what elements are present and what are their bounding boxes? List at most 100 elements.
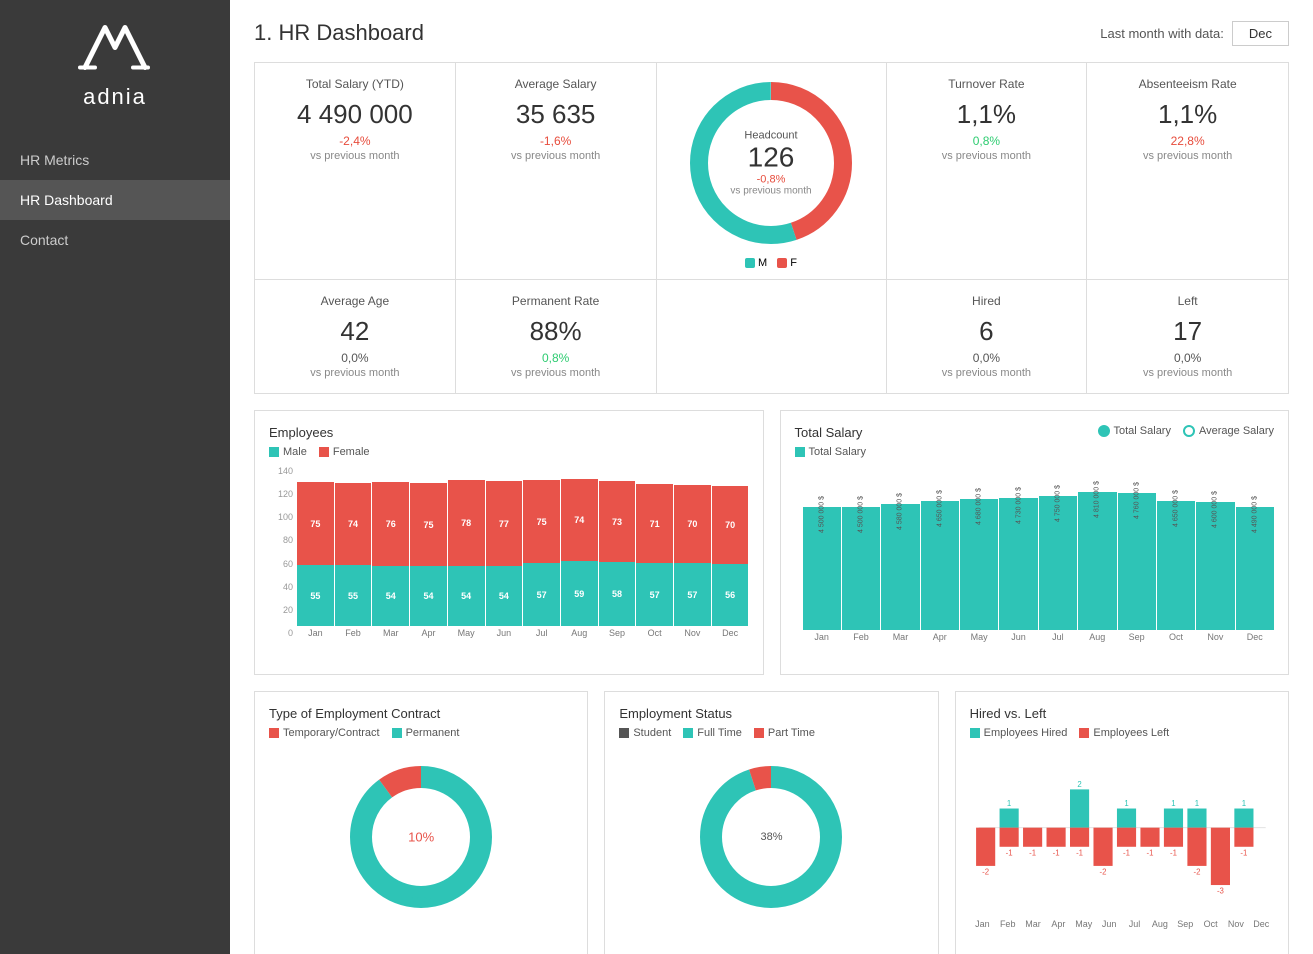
kpi-avg-age-value: 42 — [271, 316, 439, 347]
hired-x-axis: JanFebMarAprMayJunJulAugSepOctNovDec — [970, 919, 1274, 929]
legend-perm-label: Permanent — [406, 727, 460, 739]
status-chart: Employment Status Student Full Time Part… — [604, 691, 938, 954]
kpi-total-salary-sub: vs previous month — [271, 150, 439, 162]
legend-parttime-label: Part Time — [768, 727, 815, 739]
kpi-total-salary: Total Salary (YTD) 4 490 000 -2,4% vs pr… — [255, 63, 456, 279]
legend-perm-sq — [392, 728, 402, 738]
svg-text:2: 2 — [1077, 780, 1081, 789]
sidebar-item-contact[interactable]: Contact — [0, 220, 230, 260]
sidebar-item-hr-dashboard[interactable]: HR Dashboard — [0, 180, 230, 220]
headcount-donut: Headcount 126 -0,8% vs previous month — [681, 73, 861, 253]
emp-bar-group-nov: 7057 — [674, 485, 711, 626]
legend-perm: Permanent — [392, 727, 460, 739]
main-content: 1. HR Dashboard Last month with data: De… — [230, 0, 1313, 954]
sidebar-nav: HR Metrics HR Dashboard Contact — [0, 140, 230, 260]
emp-bar-group-oct: 7157 — [636, 484, 673, 626]
radio-avg-salary-circle — [1183, 425, 1195, 437]
employees-chart-legend: Male Female — [269, 446, 749, 458]
kpi-avg-salary: Average Salary 35 635 -1,6% vs previous … — [456, 63, 657, 279]
legend-fulltime-sq — [683, 728, 693, 738]
emp-bars: 7555745576547554785477547557745973587157… — [297, 466, 749, 626]
legend-parttime: Part Time — [754, 727, 815, 739]
legend-temp: Temporary/Contract — [269, 727, 380, 739]
salary-radio-group[interactable]: Total Salary Average Salary — [1098, 425, 1275, 437]
hired-chart-svg: -21-1-1-12-1-21-1-11-11-2-31-1 — [970, 747, 1274, 917]
radio-avg-salary-label: Average Salary — [1199, 425, 1274, 437]
svg-text:-3: -3 — [1217, 887, 1224, 896]
headcount-donut-wrap: Headcount 126 -0,8% vs previous month M … — [681, 73, 861, 269]
radio-total-salary-label: Total Salary — [1114, 425, 1171, 437]
kpi-left-sub: vs previous month — [1103, 367, 1272, 379]
salary-bar-group-dec: 4 490 000 $ — [1236, 470, 1274, 630]
kpi-left-label: Left — [1103, 294, 1272, 308]
kpi-perm-rate-sub: vs previous month — [472, 367, 640, 379]
kpi-hired-change: 0,0% — [903, 351, 1071, 365]
kpi-avg-age-sub: vs previous month — [271, 367, 439, 379]
kpi-headcount: Headcount 126 -0,8% vs previous month M … — [657, 63, 887, 279]
emp-bar-group-may: 7854 — [448, 480, 485, 626]
svg-text:1: 1 — [1241, 799, 1245, 808]
sidebar: adnia HR Metrics HR Dashboard Contact — [0, 0, 230, 954]
logo: adnia — [75, 20, 155, 110]
salary-chart-title: Total Salary — [795, 425, 866, 440]
radio-total-salary[interactable]: Total Salary — [1098, 425, 1171, 437]
svg-text:1: 1 — [1007, 799, 1011, 808]
charts-row: Employees Male Female 140120100806040200 — [254, 410, 1289, 675]
status-donut: 38% 95% — [691, 757, 851, 917]
legend-left: Employees Left — [1079, 727, 1169, 739]
emp-bar-group-mar: 7654 — [372, 482, 409, 626]
emp-bar-group-dec: 7056 — [712, 486, 749, 626]
contract-chart: Type of Employment Contract Temporary/Co… — [254, 691, 588, 954]
svg-text:-1: -1 — [1170, 848, 1177, 857]
page-title: 1. HR Dashboard — [254, 20, 424, 46]
radio-avg-salary[interactable]: Average Salary — [1183, 425, 1274, 437]
contract-temp-pct: 10% — [408, 830, 434, 845]
logo-text: adnia — [75, 84, 155, 110]
kpi-total-salary-label: Total Salary (YTD) — [271, 77, 439, 91]
legend-parttime-sq — [754, 728, 764, 738]
kpi-perm-rate: Permanent Rate 88% 0,8% vs previous mont… — [456, 280, 657, 393]
filter-label: Last month with data: — [1100, 26, 1224, 41]
svg-text:1: 1 — [1194, 799, 1198, 808]
kpi-spacer — [657, 280, 887, 393]
emp-bar-group-jan: 7555 — [297, 482, 334, 626]
hired-chart: Hired vs. Left Employees Hired Employees… — [955, 691, 1289, 954]
legend-female-sq — [319, 447, 329, 457]
legend-total-salary: Total Salary — [795, 446, 866, 458]
legend-female: Female — [319, 446, 370, 458]
legend-total-salary-sq — [795, 447, 805, 457]
sidebar-item-hr-metrics[interactable]: HR Metrics — [0, 140, 230, 180]
kpi-hired-value: 6 — [903, 316, 1071, 347]
status-donut-center: 38% — [760, 831, 782, 843]
salary-bar-group-sep: 4 760 000 $ — [1118, 470, 1156, 630]
legend-student-label: Student — [633, 727, 671, 739]
kpi-absenteeism-label: Absenteeism Rate — [1103, 77, 1272, 91]
legend-male-sq — [269, 447, 279, 457]
employees-chart-title: Employees — [269, 425, 749, 440]
contract-donut-wrap: 10% 90% — [269, 747, 573, 927]
headcount-legend: M F — [745, 257, 797, 269]
headcount-change: -0,8% — [730, 174, 811, 186]
salary-chart: Total Salary Total Salary Total Salary — [780, 410, 1290, 675]
header-filter: Last month with data: Dec — [1100, 21, 1289, 46]
svg-text:-1: -1 — [1005, 848, 1012, 857]
kpi-avg-salary-change: -1,6% — [472, 134, 640, 148]
salary-bar-group-oct: 4 650 000 $ — [1157, 470, 1195, 630]
legend-left-sq — [1079, 728, 1089, 738]
contract-donut-center: 10% — [408, 830, 434, 845]
svg-text:-2: -2 — [982, 868, 989, 877]
kpi-avg-salary-label: Average Salary — [472, 77, 640, 91]
kpi-absenteeism-change: 22,8% — [1103, 134, 1272, 148]
svg-text:1: 1 — [1124, 799, 1128, 808]
month-badge[interactable]: Dec — [1232, 21, 1289, 46]
status-chart-title: Employment Status — [619, 706, 923, 721]
salary-bar-group-jun: 4 730 000 $ — [999, 470, 1037, 630]
svg-text:-1: -1 — [1076, 848, 1083, 857]
hired-legend: Employees Hired Employees Left — [970, 727, 1274, 739]
kpi-left: Left 17 0,0% vs previous month — [1087, 280, 1288, 393]
contract-chart-title: Type of Employment Contract — [269, 706, 573, 721]
kpi-avg-age: Average Age 42 0,0% vs previous month — [255, 280, 456, 393]
kpi-hired: Hired 6 0,0% vs previous month — [887, 280, 1088, 393]
emp-bar-group-apr: 7554 — [410, 483, 447, 626]
legend-hired-label: Employees Hired — [984, 727, 1068, 739]
